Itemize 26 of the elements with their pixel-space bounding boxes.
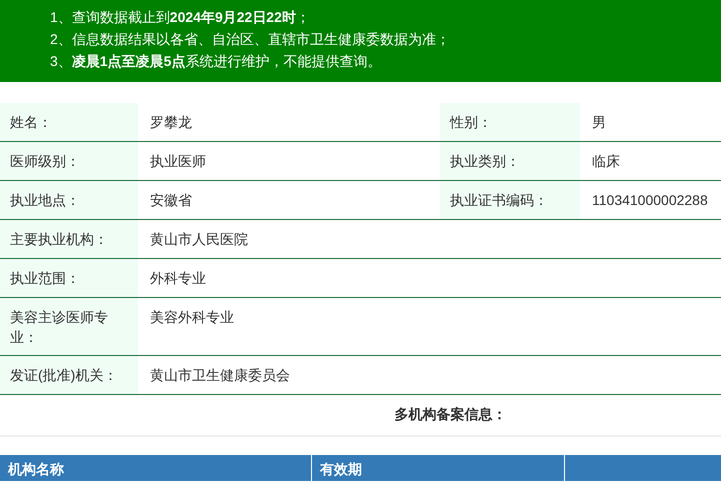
field-value: 黄山市人民医院 <box>149 230 249 249</box>
field-value: 外科专业 <box>149 269 207 288</box>
field-label: 执业地点： <box>0 181 138 219</box>
field-value: 男 <box>591 113 607 132</box>
field-value: 110341000002288 <box>591 191 709 210</box>
field-label: 发证(批准)机关： <box>0 356 138 394</box>
field-value: 罗攀龙 <box>149 113 193 132</box>
field-value: 美容外科专业 <box>149 308 235 327</box>
field-label: 性别： <box>440 103 580 141</box>
field-value: 执业医师 <box>149 152 207 171</box>
field-label: 执业范围： <box>0 259 138 297</box>
field-label: 姓名： <box>0 103 138 141</box>
field-label: 执业类别： <box>440 142 580 180</box>
field-label: 医师级别： <box>0 142 138 180</box>
field-label: 美容主诊医师专业： <box>0 298 138 355</box>
notice-text: 2、信息数据结果以各省、自治区、直辖市卫生健康委数据为准； <box>50 30 451 49</box>
column-header: 有效期 <box>312 455 565 481</box>
field-value: 临床 <box>591 152 621 171</box>
column-header: 机构名称 <box>0 455 312 481</box>
field-label: 主要执业机构： <box>0 220 138 258</box>
field-value: 黄山市卫生健康委员会 <box>149 366 291 385</box>
notice-text: 3、凌晨1点至凌晨5点系统进行维护，不能提供查询。 <box>50 52 382 71</box>
notice-text: 1、查询数据截止到2024年9月22日22时； <box>50 8 311 27</box>
field-value: 安徽省 <box>149 191 193 210</box>
section-title: 多机构备案信息： <box>394 406 506 424</box>
field-label: 执业证书编码： <box>440 181 580 219</box>
